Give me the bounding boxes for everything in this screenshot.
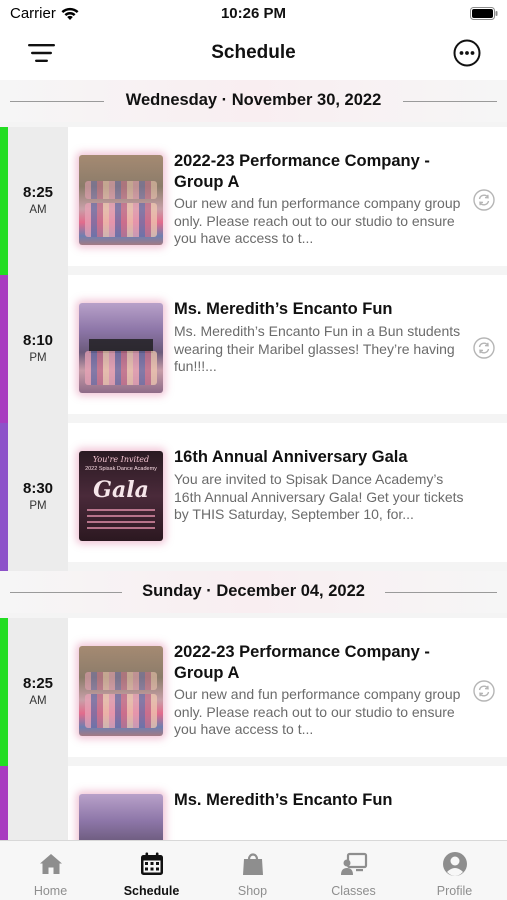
recurring-sync-icon	[473, 337, 495, 359]
event-time: 8:25 AM	[8, 618, 68, 766]
event-description: Our new and fun performance company grou…	[174, 686, 461, 737]
event-title: 2022-23 Performance Company - Group A	[174, 643, 430, 682]
image-caption: 2022 Spisak Dance Academy	[85, 466, 157, 472]
schedule-list[interactable]: Wednesday · November 30, 2022 8:25 AM 20…	[0, 80, 507, 840]
event-thumbnail	[79, 794, 163, 840]
home-icon	[39, 854, 62, 874]
profile-icon	[442, 852, 467, 876]
event-card[interactable]: 8:25 AM 2022-23 Performance Company - Gr…	[0, 127, 507, 275]
divider	[385, 592, 497, 593]
event-time	[8, 766, 68, 840]
event-time-ampm: PM	[29, 352, 47, 364]
event-card[interactable]: 8:10 PM Ms. Meredith’s Encanto Fun Ms. M…	[0, 275, 507, 423]
tab-bar: Home Schedule Shop Classes Profile	[0, 840, 507, 900]
event-color-bar	[0, 618, 8, 766]
tab-label: Home	[33, 884, 68, 898]
event-thumbnail	[79, 646, 163, 736]
event-description: You are invited to Spisak Dance Academy’…	[174, 471, 464, 522]
event-time: 8:10 PM	[8, 275, 68, 423]
image-caption: You're Invited	[92, 455, 150, 464]
event-time-ampm: AM	[29, 204, 47, 216]
event-time-value: 8:30	[22, 480, 54, 497]
event-description: Ms. Meredith’s Encanto Fun in a Bun stud…	[174, 323, 461, 374]
recurring-sync-icon	[473, 189, 495, 211]
group-photo-detail	[85, 694, 157, 728]
tab-classes[interactable]: Classes	[303, 841, 404, 900]
tab-profile[interactable]: Profile	[404, 841, 505, 900]
more-options-icon[interactable]	[453, 39, 481, 67]
event-card[interactable]: 8:25 AM 2022-23 Performance Company - Gr…	[0, 618, 507, 766]
event-color-bar	[0, 275, 8, 423]
group-photo-detail	[85, 203, 157, 237]
date-section-header: Sunday · December 04, 2022	[0, 571, 507, 613]
calendar-icon	[140, 852, 163, 875]
event-time: 8:25 AM	[8, 127, 68, 275]
event-description: Our new and fun performance company grou…	[174, 195, 461, 246]
event-card[interactable]: Ms. Meredith’s Encanto Fun	[0, 766, 507, 840]
event-color-bar	[0, 423, 8, 571]
event-thumbnail: You're Invited 2022 Spisak Dance Academy…	[79, 451, 163, 541]
event-thumbnail	[79, 303, 163, 393]
recurring-sync-icon	[473, 680, 495, 702]
event-card[interactable]: 8:30 PM You're Invited 2022 Spisak Dance…	[0, 423, 507, 571]
status-bar: Carrier 10:26 PM	[0, 0, 507, 28]
tab-schedule[interactable]: Schedule	[101, 841, 202, 900]
date-section-header: Wednesday · November 30, 2022	[0, 80, 507, 122]
battery-icon	[470, 7, 498, 20]
event-title: Ms. Meredith’s Encanto Fun	[174, 791, 393, 809]
nav-bar: Schedule	[0, 28, 507, 80]
tab-label: Schedule	[123, 884, 180, 898]
tab-home[interactable]: Home	[0, 841, 101, 900]
page-title: Schedule	[211, 42, 296, 63]
tab-label: Profile	[436, 884, 473, 898]
event-color-bar	[0, 766, 8, 840]
tab-label: Classes	[331, 884, 376, 898]
classes-icon	[340, 852, 367, 875]
event-title: Ms. Meredith’s Encanto Fun	[174, 300, 393, 318]
event-time-value: 8:25	[22, 675, 54, 692]
group-photo-detail	[85, 351, 157, 385]
status-time: 10:26 PM	[220, 5, 287, 22]
event-thumbnail	[79, 155, 163, 245]
event-color-bar	[0, 127, 8, 275]
image-text-lines	[87, 509, 155, 533]
tab-shop[interactable]: Shop	[202, 841, 303, 900]
event-time-ampm: AM	[29, 695, 47, 707]
event-title: 16th Annual Anniversary Gala	[174, 448, 408, 466]
group-photo-detail	[85, 181, 157, 199]
event-title: 2022-23 Performance Company - Group A	[174, 152, 430, 191]
event-time-value: 8:10	[22, 332, 54, 349]
tab-label: Shop	[237, 884, 268, 898]
event-time-ampm: PM	[29, 500, 47, 512]
event-time-value: 8:25	[22, 184, 54, 201]
group-photo-detail	[85, 672, 157, 690]
divider	[403, 101, 497, 102]
shopping-bag-icon	[242, 853, 263, 875]
image-caption: Gala	[93, 477, 149, 503]
event-time: 8:30 PM	[8, 423, 68, 571]
